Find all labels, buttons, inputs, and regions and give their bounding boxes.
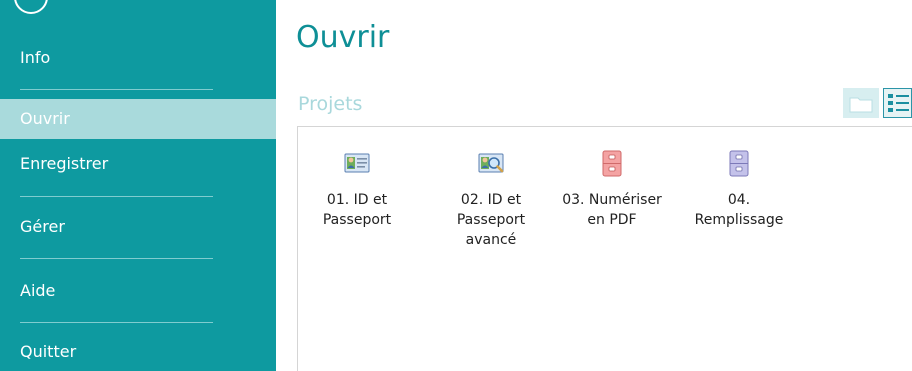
sidebar-item-ouvrir[interactable]: Ouvrir [0, 99, 276, 139]
sidebar-item-label: Gérer [20, 217, 65, 236]
project-label-line: 01. ID et [326, 192, 388, 208]
project-item[interactable]: 04. Remplissage [679, 148, 799, 230]
sidebar-item-label: Enregistrer [20, 154, 109, 173]
sidebar-item-gerer[interactable]: Gérer [0, 207, 276, 247]
cabinet-purple-icon [729, 150, 749, 177]
folder-icon [849, 97, 873, 113]
cabinet-red-icon [602, 150, 622, 177]
sidebar: Info Ouvrir Enregistrer Gérer Aide Quitt… [0, 0, 276, 371]
project-item[interactable]: 03. Numériser en PDF [552, 148, 672, 230]
project-label-line: avancé [465, 232, 517, 248]
sidebar-item-label: Info [20, 48, 51, 67]
sidebar-item-aide[interactable]: Aide [0, 271, 276, 311]
sidebar-item-label: Quitter [20, 342, 77, 361]
divider [20, 89, 213, 90]
section-title: Projets [298, 93, 363, 115]
list-view-button[interactable] [883, 88, 912, 118]
sidebar-item-info[interactable]: Info [0, 38, 276, 78]
divider [20, 322, 213, 323]
project-label-line: 02. ID et [460, 192, 522, 208]
project-label-line: Passeport [456, 212, 526, 228]
sidebar-item-quitter[interactable]: Quitter [0, 332, 276, 371]
folder-view-button[interactable] [843, 88, 879, 118]
project-label-line: Passeport [322, 212, 392, 228]
project-label-line: en PDF [587, 212, 637, 228]
sidebar-item-enregistrer[interactable]: Enregistrer [0, 144, 276, 184]
list-view-icon [888, 94, 909, 112]
id-card-search-icon [478, 153, 504, 173]
project-item[interactable]: 02. ID et Passeport avancé [431, 148, 551, 250]
project-item[interactable]: 01. ID et Passeport [297, 148, 417, 230]
id-card-icon [344, 153, 370, 173]
back-button-icon[interactable] [14, 0, 48, 14]
page-title: Ouvrir [296, 20, 390, 55]
sidebar-item-label: Aide [20, 281, 56, 300]
project-label-line: 04. [727, 192, 751, 208]
divider [20, 196, 213, 197]
project-label-line: Remplissage [694, 212, 784, 228]
project-label-line: 03. Numériser [562, 192, 662, 208]
sidebar-item-label: Ouvrir [20, 109, 70, 128]
divider [20, 258, 213, 259]
